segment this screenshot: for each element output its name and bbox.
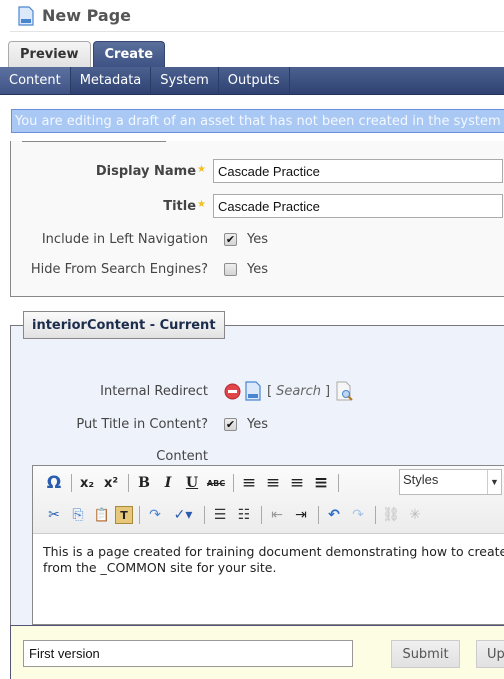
left-nav-label: Include in Left Navigation — [41, 232, 208, 247]
tab-content[interactable]: Content — [0, 67, 71, 94]
hide-search-row: Hide From Search Engines? Yes — [10, 262, 268, 277]
content-label: Content — [156, 449, 208, 464]
tab-outputs[interactable]: Outputs — [219, 67, 290, 94]
submit-button[interactable]: Submit — [391, 640, 460, 668]
clear-icon[interactable] — [224, 383, 241, 400]
tab-metadata[interactable]: Metadata — [71, 67, 152, 94]
toolbar-separator — [318, 506, 319, 524]
chevron-down-icon[interactable]: ▼ — [487, 470, 501, 494]
search-link[interactable]: Search — [276, 384, 321, 399]
title-row: Title★ Cascade Practice — [10, 194, 503, 218]
rich-text-editor: Ω x₂ x² B I U ABC ≡ ≡ ≡ ≡ Styles ▼ ✂ ⎘ 📋… — [32, 465, 504, 625]
subscript-button[interactable]: x₂ — [76, 472, 98, 494]
left-nav-option: Yes — [247, 232, 268, 247]
superscript-button[interactable]: x² — [100, 472, 122, 494]
bullet-list-button[interactable]: ☰ — [209, 504, 231, 526]
internal-redirect-row: Internal Redirect [ Search ] — [10, 381, 354, 401]
copy-button[interactable]: ⎘ — [67, 504, 89, 526]
find-replace-button[interactable]: ↷ — [144, 504, 166, 526]
put-title-checkbox[interactable]: ✔ — [224, 418, 237, 431]
left-nav-checkbox[interactable]: ✔ — [224, 233, 237, 246]
display-name-row: Display Name★ Cascade Practice — [10, 159, 503, 183]
toolbar-separator — [71, 474, 72, 492]
draft-banner: You are editing a draft of an asset that… — [11, 109, 504, 133]
link-button[interactable]: ⛓ — [380, 504, 402, 526]
required-star-icon: ★ — [197, 163, 206, 175]
title-input[interactable]: Cascade Practice — [213, 194, 503, 218]
toolbar-separator — [261, 506, 262, 524]
special-char-button[interactable]: Ω — [43, 472, 65, 494]
paste-button[interactable]: 📋 — [91, 504, 113, 526]
tab-system[interactable]: System — [151, 67, 219, 94]
update-button[interactable]: Update — [476, 640, 504, 668]
put-title-option: Yes — [247, 417, 268, 432]
indent-button[interactable]: ⇥ — [290, 504, 312, 526]
left-nav-row: Include in Left Navigation ✔ Yes — [10, 232, 268, 247]
page-header: New Page — [10, 0, 504, 32]
sub-nav: Content Metadata System Outputs — [0, 67, 504, 95]
bold-button[interactable]: B — [133, 472, 155, 494]
display-name-input[interactable]: Cascade Practice — [213, 159, 503, 183]
italic-button[interactable]: I — [157, 472, 179, 494]
required-star-icon: ★ — [197, 198, 206, 210]
tab-preview[interactable]: Preview — [8, 41, 91, 67]
page-title: New Page — [42, 6, 131, 25]
toolbar-separator — [204, 506, 205, 524]
toolbar-row-1: Ω x₂ x² B I U ABC ≡ ≡ ≡ ≡ — [43, 470, 343, 496]
browse-search-icon[interactable] — [336, 381, 354, 401]
page-icon[interactable] — [245, 381, 261, 401]
internal-redirect-label: Internal Redirect — [100, 383, 208, 399]
hide-search-label: Hide From Search Engines? — [30, 262, 208, 277]
paste-text-button[interactable]: T — [115, 506, 133, 524]
underline-button[interactable]: U — [181, 472, 203, 494]
styles-select-value: Styles — [403, 472, 439, 487]
editor-body[interactable]: This is a page created for training docu… — [33, 534, 504, 586]
toolbar-separator — [338, 474, 339, 492]
search-bracket-open: [ — [267, 383, 273, 399]
unlink-button[interactable]: ✳ — [404, 504, 426, 526]
top-tabs: Preview Create — [8, 41, 167, 67]
styles-select[interactable]: Styles ▼ — [399, 469, 502, 495]
cut-button[interactable]: ✂ — [43, 504, 65, 526]
redo-button[interactable]: ↷ — [347, 504, 369, 526]
numbered-list-button[interactable]: ☷ — [233, 504, 255, 526]
display-name-label-text: Display Name — [95, 163, 197, 179]
align-left-button[interactable]: ≡ — [238, 472, 260, 494]
toolbar-separator — [375, 506, 376, 524]
page-icon — [18, 5, 34, 26]
display-name-label: Display Name★ — [10, 164, 206, 179]
editor-line: This is a page created for training docu… — [43, 544, 504, 559]
content-label-row: Content — [10, 449, 208, 464]
title-label: Title★ — [10, 199, 206, 214]
spellcheck-button[interactable]: ✓▾ — [168, 504, 198, 526]
divider — [22, 141, 166, 142]
toolbar-row-2: ✂ ⎘ 📋 T ↷ ✓▾ ☰ ☷ ⇤ ⇥ ↶ ↷ ⛓ ✳ — [43, 502, 428, 528]
search-bracket-close: ] — [325, 383, 331, 399]
editor-line: from the _COMMON site for your site. — [43, 560, 277, 575]
version-comment-input[interactable]: First version — [23, 640, 353, 667]
put-title-row: Put Title in Content? ✔ Yes — [10, 417, 268, 432]
toolbar-separator — [128, 474, 129, 492]
editor-toolbar: Ω x₂ x² B I U ABC ≡ ≡ ≡ ≡ Styles ▼ ✂ ⎘ 📋… — [33, 466, 504, 534]
align-right-button[interactable]: ≡ — [286, 472, 308, 494]
outdent-button[interactable]: ⇤ — [266, 504, 288, 526]
align-justify-button[interactable]: ≡ — [310, 472, 332, 494]
toolbar-separator — [233, 474, 234, 492]
put-title-label: Put Title in Content? — [76, 417, 208, 432]
strikethrough-button[interactable]: ABC — [205, 472, 227, 494]
hide-search-option: Yes — [247, 262, 268, 277]
undo-button[interactable]: ↶ — [323, 504, 345, 526]
toolbar-separator — [139, 506, 140, 524]
hide-search-checkbox[interactable] — [224, 263, 237, 276]
interior-content-legend[interactable]: interiorContent - Current — [23, 311, 225, 339]
tab-create[interactable]: Create — [92, 41, 166, 67]
title-label-text: Title — [163, 198, 197, 214]
align-center-button[interactable]: ≡ — [262, 472, 284, 494]
